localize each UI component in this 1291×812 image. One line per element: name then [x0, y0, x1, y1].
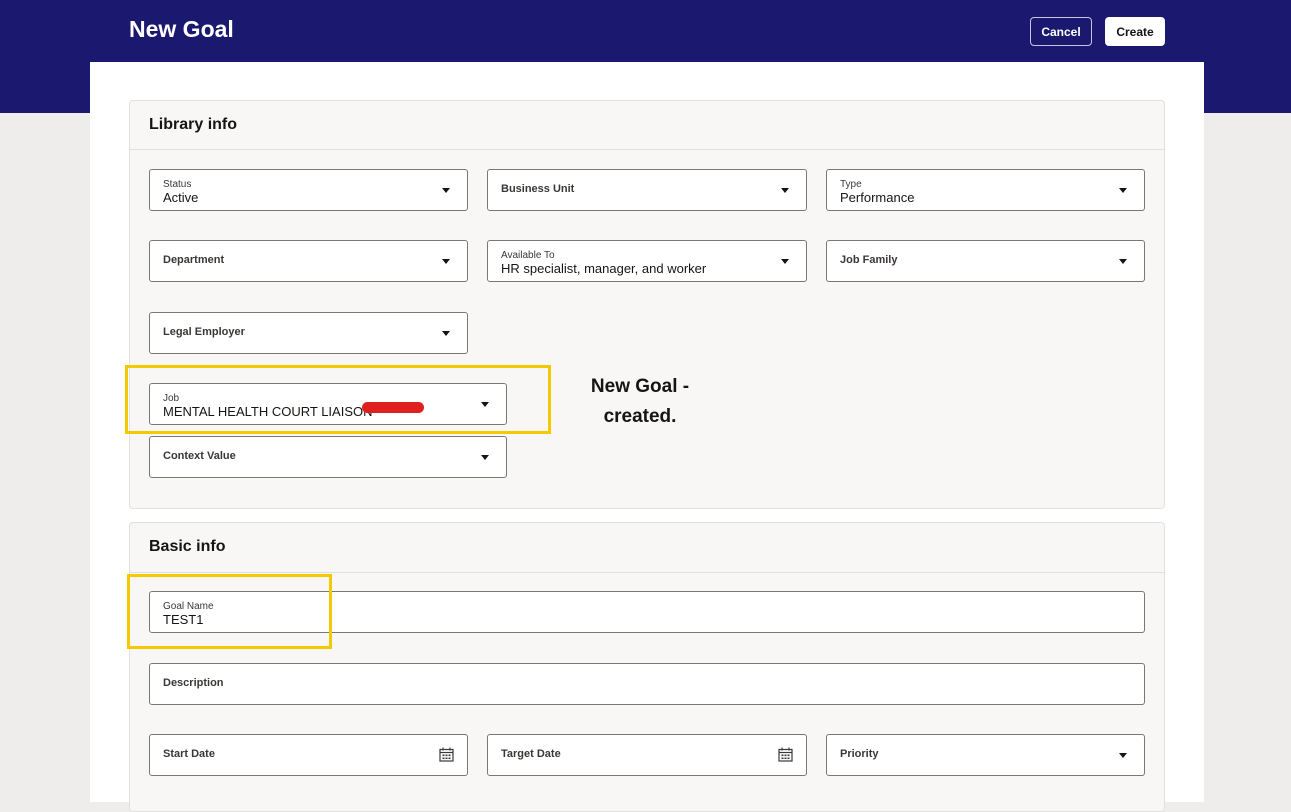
description-field[interactable]: Description — [149, 663, 1145, 705]
context-value-placeholder: Context Value — [163, 450, 236, 462]
business-unit-select[interactable]: Business Unit — [487, 169, 807, 211]
job-family-select[interactable]: Job Family — [826, 240, 1145, 282]
business-unit-placeholder: Business Unit — [501, 183, 575, 195]
available-to-label: Available To — [501, 250, 555, 261]
page-title: New Goal — [129, 16, 234, 42]
status-label: Status — [163, 179, 192, 190]
priority-select[interactable]: Priority — [826, 734, 1145, 776]
legal-employer-placeholder: Legal Employer — [163, 326, 245, 338]
department-select[interactable]: Department — [149, 240, 468, 282]
annotation-text: New Goal - created. — [570, 372, 710, 432]
calendar-icon[interactable] — [778, 747, 793, 762]
chevron-down-icon[interactable] — [442, 259, 450, 264]
chevron-down-icon[interactable] — [1119, 259, 1127, 264]
target-date-field[interactable]: Target Date — [487, 734, 807, 776]
chevron-down-icon[interactable] — [1119, 188, 1127, 193]
available-to-value: HR specialist, manager, and worker — [501, 261, 707, 276]
context-value-select[interactable]: Context Value — [149, 436, 507, 478]
section-title-library-info: Library info — [149, 116, 238, 133]
type-select[interactable]: Type Performance — [826, 169, 1145, 211]
goal-name-highlight-box — [127, 574, 332, 649]
annotation-line-2: created. — [603, 406, 677, 427]
section-title-basic-info: Basic info — [149, 538, 226, 555]
status-value: Active — [163, 190, 199, 205]
status-select[interactable]: Status Active — [149, 169, 468, 211]
chevron-down-icon[interactable] — [442, 188, 450, 193]
target-date-placeholder: Target Date — [501, 748, 561, 760]
calendar-icon[interactable] — [439, 747, 454, 762]
cancel-button[interactable]: Cancel — [1030, 17, 1092, 46]
chevron-down-icon[interactable] — [481, 455, 489, 460]
start-date-placeholder: Start Date — [163, 748, 215, 760]
legal-employer-select[interactable]: Legal Employer — [149, 312, 468, 354]
chevron-down-icon[interactable] — [781, 188, 789, 193]
job-highlight-box — [125, 365, 551, 434]
chevron-down-icon[interactable] — [442, 331, 450, 336]
annotation-line-1: New Goal - — [590, 376, 690, 397]
type-value: Performance — [840, 190, 915, 205]
chevron-down-icon[interactable] — [1119, 753, 1127, 758]
job-family-placeholder: Job Family — [840, 254, 898, 266]
available-to-select[interactable]: Available To HR specialist, manager, and… — [487, 240, 807, 282]
priority-placeholder: Priority — [840, 748, 879, 760]
section-divider — [130, 572, 1164, 573]
description-placeholder: Description — [163, 677, 224, 689]
department-placeholder: Department — [163, 254, 225, 266]
start-date-field[interactable]: Start Date — [149, 734, 468, 776]
type-label: Type — [840, 179, 862, 190]
create-button[interactable]: Create — [1105, 17, 1165, 46]
section-divider — [130, 149, 1164, 150]
chevron-down-icon[interactable] — [781, 259, 789, 264]
